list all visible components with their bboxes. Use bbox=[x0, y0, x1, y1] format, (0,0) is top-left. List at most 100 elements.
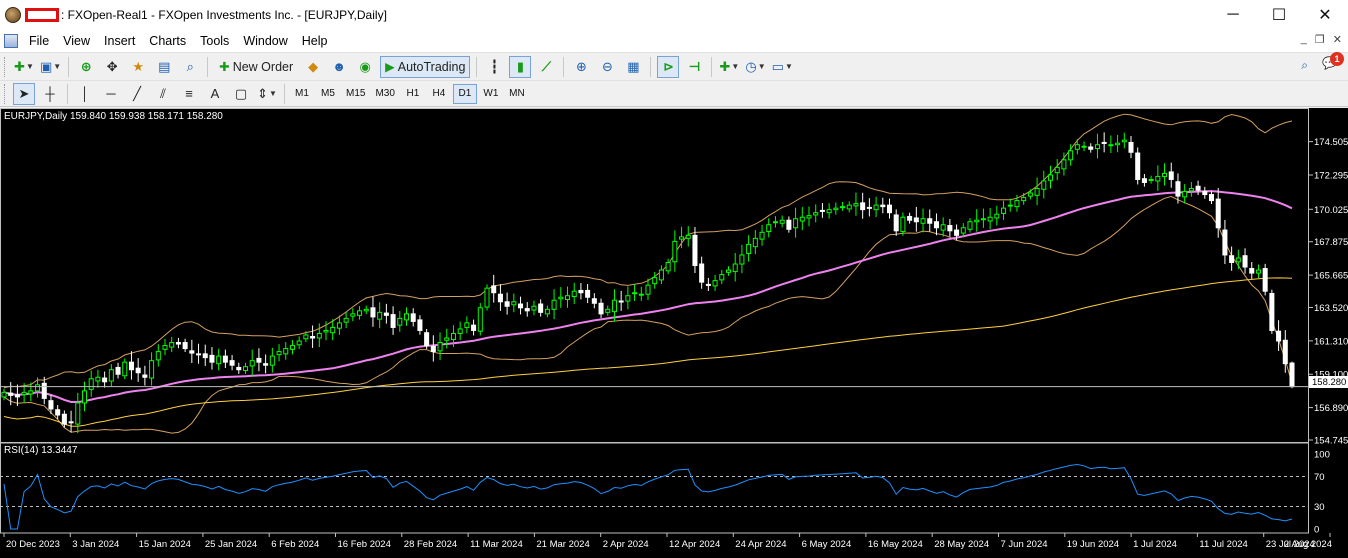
globe-icon: ◉ bbox=[359, 58, 371, 74]
candle-body bbox=[772, 221, 778, 224]
tile-windows-button[interactable]: ▦ bbox=[622, 56, 644, 78]
crosshair-icon: ┼ bbox=[45, 86, 55, 101]
candle-body bbox=[679, 236, 685, 240]
timeframe-d1-button[interactable]: D1 bbox=[452, 83, 477, 104]
horizontal-line-button[interactable]: ─ bbox=[100, 83, 122, 105]
menu-insert[interactable]: Insert bbox=[99, 34, 144, 48]
timeframe-h4-button[interactable]: H4 bbox=[427, 84, 451, 104]
bar-chart-button[interactable]: ┇ bbox=[483, 56, 505, 78]
candle-body bbox=[1168, 171, 1174, 180]
candle-body bbox=[48, 400, 54, 410]
text-label-button[interactable]: ▢ bbox=[230, 83, 252, 105]
navigator-button[interactable]: ★ bbox=[127, 56, 149, 78]
close-button[interactable]: ✕ bbox=[1302, 0, 1348, 30]
timeframe-m5-button[interactable]: M5 bbox=[316, 84, 340, 104]
timeframe-m1-button[interactable]: M1 bbox=[290, 84, 314, 104]
chart-shift-button[interactable]: ⊣ bbox=[683, 56, 705, 78]
market-button[interactable]: ◉ bbox=[354, 56, 376, 78]
bollinger-upper-band bbox=[3, 113, 1293, 389]
timeframe-m15-button[interactable]: M15 bbox=[342, 84, 369, 104]
candle-body bbox=[1255, 269, 1261, 274]
menu-tools[interactable]: Tools bbox=[195, 34, 238, 48]
toolbar-grip[interactable] bbox=[4, 56, 7, 77]
candle-body bbox=[128, 361, 134, 371]
zoom-out-icon: ⊖ bbox=[601, 58, 613, 74]
fibonacci-button[interactable]: ≡ bbox=[178, 83, 200, 105]
chevron-down-icon: ▼ bbox=[784, 62, 793, 71]
menu-help[interactable]: Help bbox=[297, 34, 337, 48]
notifications-button[interactable]: 💬 1 bbox=[1322, 52, 1344, 74]
timeframe-h1-button[interactable]: H1 bbox=[401, 84, 425, 104]
chart-window-icon[interactable] bbox=[4, 34, 18, 48]
templates-button[interactable]: ▭ ▼ bbox=[771, 56, 794, 78]
candle-body bbox=[216, 355, 222, 365]
timeframe-m30-button[interactable]: M30 bbox=[371, 84, 398, 104]
autotrading-icon: ▶ bbox=[385, 60, 395, 74]
zoom-in-button[interactable]: ⊕ bbox=[570, 56, 592, 78]
indicators-button[interactable]: ✚ ▼ bbox=[718, 56, 740, 78]
search-icon[interactable]: ⌕ bbox=[1301, 58, 1308, 73]
terminal-button[interactable]: ▤ bbox=[153, 56, 175, 78]
candlestick-chart-button[interactable]: ▮ bbox=[509, 55, 532, 78]
arrows-button[interactable]: ⇕ ▼ bbox=[256, 83, 278, 105]
trendline-button[interactable]: ╱ bbox=[126, 83, 148, 105]
metaeditor-button[interactable]: ◆ bbox=[302, 56, 324, 78]
price-axis-label: 165.665 bbox=[1314, 271, 1348, 282]
candle-body bbox=[303, 334, 309, 340]
candle-body bbox=[323, 329, 329, 333]
crosshair-tool-button[interactable]: ┼ bbox=[39, 83, 61, 105]
minimize-button[interactable]: ─ bbox=[1210, 0, 1256, 30]
auto-scroll-button[interactable]: ⊳ bbox=[657, 55, 680, 78]
rsi-indicator-label: RSI(14) 13.3447 bbox=[4, 445, 78, 456]
candle-body bbox=[1074, 144, 1080, 150]
candle-body bbox=[927, 218, 933, 224]
strategy-tester-button[interactable]: ⌕ bbox=[179, 56, 201, 78]
equidistant-channel-button[interactable]: ⫽ bbox=[152, 83, 174, 105]
menu-charts[interactable]: Charts bbox=[144, 34, 195, 48]
candle-body bbox=[531, 305, 537, 311]
periods-button[interactable]: ◷ ▼ bbox=[744, 56, 766, 78]
line-chart-button[interactable]: ⟋ bbox=[535, 56, 557, 78]
mdi-minimize-button[interactable]: _ bbox=[1301, 33, 1307, 46]
candle-body bbox=[585, 289, 591, 298]
candle-body bbox=[685, 234, 691, 239]
menu-view[interactable]: View bbox=[58, 34, 99, 48]
chart-window[interactable]: 174.505 172.295 170.025 167.875 165.665 163.5… bbox=[0, 108, 1348, 558]
market-watch-button[interactable]: ⊕ bbox=[75, 56, 97, 78]
zoom-out-button[interactable]: ⊖ bbox=[596, 56, 618, 78]
autotrading-button[interactable]: ▶ AutoTrading bbox=[380, 55, 471, 78]
data-window-button[interactable]: ✥ bbox=[101, 56, 123, 78]
menu-file[interactable]: File bbox=[24, 34, 58, 48]
new-order-button[interactable]: ✚ New Order bbox=[214, 56, 298, 78]
candle-body bbox=[450, 332, 456, 341]
maximize-button[interactable]: ☐ bbox=[1256, 0, 1302, 30]
candle-body bbox=[907, 215, 913, 221]
candle-body bbox=[793, 218, 799, 229]
cursor-tool-button[interactable]: ➤ bbox=[13, 82, 35, 105]
mdi-restore-button[interactable]: ❐ bbox=[1315, 33, 1325, 46]
candle-body bbox=[256, 357, 262, 363]
candle-body bbox=[1021, 197, 1027, 202]
new-chart-button[interactable]: ✚ ▼ bbox=[13, 56, 35, 78]
rsi-window-frame bbox=[0, 442, 1309, 534]
signals-button[interactable]: ☻ bbox=[328, 56, 350, 78]
price-chart[interactable]: 174.505 172.295 170.025 167.875 165.665 163.5… bbox=[0, 108, 1348, 558]
timeframe-mn-button[interactable]: MN bbox=[505, 84, 529, 104]
mdi-close-button[interactable]: ✕ bbox=[1333, 33, 1342, 46]
profiles-button[interactable]: ▣ ▼ bbox=[39, 56, 62, 78]
candle-body bbox=[108, 369, 114, 382]
candle-body bbox=[491, 285, 497, 294]
timeframe-w1-button[interactable]: W1 bbox=[479, 84, 503, 104]
toolbar-separator bbox=[650, 56, 652, 77]
date-axis-label: 28 Feb 2024 bbox=[404, 539, 457, 550]
menu-window[interactable]: Window bbox=[238, 34, 296, 48]
toolbar-grip[interactable] bbox=[4, 83, 7, 104]
menu-bar: File View Insert Charts Tools Window Hel… bbox=[0, 30, 1348, 52]
candlestick-icon: ▮ bbox=[516, 58, 524, 74]
date-axis-label: 19 Jun 2024 bbox=[1067, 539, 1119, 550]
date-axis-label: 11 Jul 2024 bbox=[1199, 539, 1247, 550]
chevron-down-icon: ▼ bbox=[731, 62, 740, 71]
text-tool-button[interactable]: A bbox=[204, 83, 226, 105]
vertical-line-button[interactable]: │ bbox=[74, 83, 96, 105]
candle-body bbox=[954, 229, 960, 236]
